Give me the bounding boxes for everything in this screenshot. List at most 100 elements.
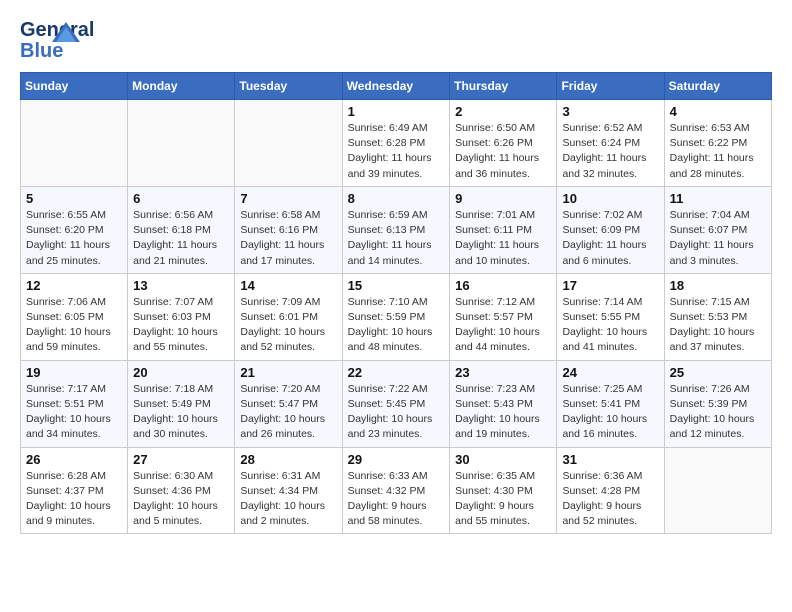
day-info: Sunrise: 7:18 AM Sunset: 5:49 PM Dayligh… <box>133 382 229 443</box>
day-number: 24 <box>562 365 658 380</box>
day-number: 20 <box>133 365 229 380</box>
calendar-day-cell: 14Sunrise: 7:09 AM Sunset: 6:01 PM Dayli… <box>235 273 342 360</box>
day-info: Sunrise: 7:07 AM Sunset: 6:03 PM Dayligh… <box>133 295 229 356</box>
day-info: Sunrise: 6:36 AM Sunset: 4:28 PM Dayligh… <box>562 469 658 530</box>
day-info: Sunrise: 6:55 AM Sunset: 6:20 PM Dayligh… <box>26 208 122 269</box>
day-info: Sunrise: 7:26 AM Sunset: 5:39 PM Dayligh… <box>670 382 766 443</box>
calendar-day-cell: 2Sunrise: 6:50 AM Sunset: 6:26 PM Daylig… <box>450 100 557 187</box>
calendar-day-cell: 4 Sunrise: 6:53 AM Sunset: 6:22 PM Daylig… <box>664 100 771 187</box>
day-info: Sunrise: 6:33 AM Sunset: 4:32 PM Dayligh… <box>348 469 445 530</box>
weekday-header: Saturday <box>664 73 771 100</box>
calendar-day-cell: 25 Sunrise: 7:26 AM Sunset: 5:39 PM Dayli… <box>664 360 771 447</box>
day-info: Sunrise: 6:35 AM Sunset: 4:30 PM Dayligh… <box>455 469 551 530</box>
calendar-week-row: 12 Sunrise: 7:06 AM Sunset: 6:05 PM Dayli… <box>21 273 772 360</box>
day-info: Sunrise: 7:20 AM Sunset: 5:47 PM Dayligh… <box>240 382 336 443</box>
calendar-week-row: 19 Sunrise: 7:17 AM Sunset: 5:51 PM Dayli… <box>21 360 772 447</box>
calendar-day-cell: 11Sunrise: 7:04 AM Sunset: 6:07 PM Dayli… <box>664 186 771 273</box>
calendar-day-cell <box>664 447 771 534</box>
weekday-header: Tuesday <box>235 73 342 100</box>
calendar-header-row: SundayMondayTuesdayWednesdayThursdayFrid… <box>21 73 772 100</box>
day-number: 18 <box>670 278 766 293</box>
calendar-day-cell: 23 Sunrise: 7:23 AM Sunset: 5:43 PM Dayli… <box>450 360 557 447</box>
calendar-day-cell: 18Sunrise: 7:15 AM Sunset: 5:53 PM Dayli… <box>664 273 771 360</box>
calendar-day-cell: 9Sunrise: 7:01 AM Sunset: 6:11 PM Daylig… <box>450 186 557 273</box>
day-number: 15 <box>348 278 445 293</box>
day-info: Sunrise: 6:30 AM Sunset: 4:36 PM Dayligh… <box>133 469 229 530</box>
day-info: Sunrise: 6:49 AM Sunset: 6:28 PM Dayligh… <box>348 121 445 182</box>
day-info: Sunrise: 7:09 AM Sunset: 6:01 PM Dayligh… <box>240 295 336 356</box>
day-info: Sunrise: 6:52 AM Sunset: 6:24 PM Dayligh… <box>562 121 658 182</box>
calendar-day-cell <box>235 100 342 187</box>
calendar-day-cell: 3 Sunrise: 6:52 AM Sunset: 6:24 PM Daylig… <box>557 100 664 187</box>
day-info: Sunrise: 6:28 AM Sunset: 4:37 PM Dayligh… <box>26 469 122 530</box>
day-info: Sunrise: 7:02 AM Sunset: 6:09 PM Dayligh… <box>562 208 658 269</box>
day-number: 25 <box>670 365 766 380</box>
calendar-day-cell: 10 Sunrise: 7:02 AM Sunset: 6:09 PM Dayli… <box>557 186 664 273</box>
day-info: Sunrise: 7:04 AM Sunset: 6:07 PM Dayligh… <box>670 208 766 269</box>
logo: General Blue <box>20 20 72 62</box>
day-number: 7 <box>240 191 336 206</box>
day-number: 27 <box>133 452 229 467</box>
day-info: Sunrise: 6:31 AM Sunset: 4:34 PM Dayligh… <box>240 469 336 530</box>
day-number: 21 <box>240 365 336 380</box>
day-number: 5 <box>26 191 122 206</box>
calendar-day-cell: 29 Sunrise: 6:33 AM Sunset: 4:32 PM Dayli… <box>342 447 450 534</box>
calendar-day-cell: 31 Sunrise: 6:36 AM Sunset: 4:28 PM Dayli… <box>557 447 664 534</box>
day-number: 8 <box>348 191 445 206</box>
day-info: Sunrise: 6:53 AM Sunset: 6:22 PM Dayligh… <box>670 121 766 182</box>
calendar-day-cell: 5 Sunrise: 6:55 AM Sunset: 6:20 PM Daylig… <box>21 186 128 273</box>
day-number: 1 <box>348 104 445 119</box>
calendar-day-cell: 6 Sunrise: 6:56 AM Sunset: 6:18 PM Daylig… <box>128 186 235 273</box>
calendar-day-cell: 8 Sunrise: 6:59 AM Sunset: 6:13 PM Daylig… <box>342 186 450 273</box>
day-info: Sunrise: 7:25 AM Sunset: 5:41 PM Dayligh… <box>562 382 658 443</box>
calendar-day-cell <box>128 100 235 187</box>
calendar-week-row: 26 Sunrise: 6:28 AM Sunset: 4:37 PM Dayli… <box>21 447 772 534</box>
day-number: 10 <box>562 191 658 206</box>
day-number: 30 <box>455 452 551 467</box>
day-number: 31 <box>562 452 658 467</box>
day-number: 6 <box>133 191 229 206</box>
day-info: Sunrise: 7:12 AM Sunset: 5:57 PM Dayligh… <box>455 295 551 356</box>
day-number: 12 <box>26 278 122 293</box>
day-number: 16 <box>455 278 551 293</box>
calendar-body: 1 Sunrise: 6:49 AM Sunset: 6:28 PM Daylig… <box>21 100 772 534</box>
calendar-day-cell: 20 Sunrise: 7:18 AM Sunset: 5:49 PM Dayli… <box>128 360 235 447</box>
day-info: Sunrise: 7:06 AM Sunset: 6:05 PM Dayligh… <box>26 295 122 356</box>
calendar-day-cell: 30 Sunrise: 6:35 AM Sunset: 4:30 PM Dayli… <box>450 447 557 534</box>
weekday-header: Wednesday <box>342 73 450 100</box>
day-info: Sunrise: 7:01 AM Sunset: 6:11 PM Dayligh… <box>455 208 551 269</box>
day-info: Sunrise: 6:58 AM Sunset: 6:16 PM Dayligh… <box>240 208 336 269</box>
calendar-week-row: 1 Sunrise: 6:49 AM Sunset: 6:28 PM Daylig… <box>21 100 772 187</box>
calendar-day-cell: 15Sunrise: 7:10 AM Sunset: 5:59 PM Dayli… <box>342 273 450 360</box>
day-info: Sunrise: 7:17 AM Sunset: 5:51 PM Dayligh… <box>26 382 122 443</box>
calendar-day-cell: 22 Sunrise: 7:22 AM Sunset: 5:45 PM Dayli… <box>342 360 450 447</box>
calendar-day-cell: 28 Sunrise: 6:31 AM Sunset: 4:34 PM Dayli… <box>235 447 342 534</box>
day-number: 22 <box>348 365 445 380</box>
day-number: 23 <box>455 365 551 380</box>
day-info: Sunrise: 6:56 AM Sunset: 6:18 PM Dayligh… <box>133 208 229 269</box>
calendar-day-cell: 16 Sunrise: 7:12 AM Sunset: 5:57 PM Dayli… <box>450 273 557 360</box>
calendar-day-cell: 13 Sunrise: 7:07 AM Sunset: 6:03 PM Dayli… <box>128 273 235 360</box>
calendar-week-row: 5 Sunrise: 6:55 AM Sunset: 6:20 PM Daylig… <box>21 186 772 273</box>
day-number: 26 <box>26 452 122 467</box>
day-info: Sunrise: 7:22 AM Sunset: 5:45 PM Dayligh… <box>348 382 445 443</box>
weekday-header: Monday <box>128 73 235 100</box>
day-number: 29 <box>348 452 445 467</box>
day-info: Sunrise: 6:59 AM Sunset: 6:13 PM Dayligh… <box>348 208 445 269</box>
weekday-header: Friday <box>557 73 664 100</box>
calendar-day-cell: 21 Sunrise: 7:20 AM Sunset: 5:47 PM Dayli… <box>235 360 342 447</box>
day-number: 4 <box>670 104 766 119</box>
day-number: 19 <box>26 365 122 380</box>
calendar-day-cell: 27 Sunrise: 6:30 AM Sunset: 4:36 PM Dayli… <box>128 447 235 534</box>
day-info: Sunrise: 7:14 AM Sunset: 5:55 PM Dayligh… <box>562 295 658 356</box>
calendar-day-cell: 1 Sunrise: 6:49 AM Sunset: 6:28 PM Daylig… <box>342 100 450 187</box>
day-number: 28 <box>240 452 336 467</box>
weekday-header: Sunday <box>21 73 128 100</box>
calendar-day-cell: 7 Sunrise: 6:58 AM Sunset: 6:16 PM Daylig… <box>235 186 342 273</box>
day-number: 13 <box>133 278 229 293</box>
day-number: 3 <box>562 104 658 119</box>
calendar-day-cell: 24 Sunrise: 7:25 AM Sunset: 5:41 PM Dayli… <box>557 360 664 447</box>
day-info: Sunrise: 7:23 AM Sunset: 5:43 PM Dayligh… <box>455 382 551 443</box>
day-number: 2 <box>455 104 551 119</box>
logo-icon <box>52 22 80 42</box>
